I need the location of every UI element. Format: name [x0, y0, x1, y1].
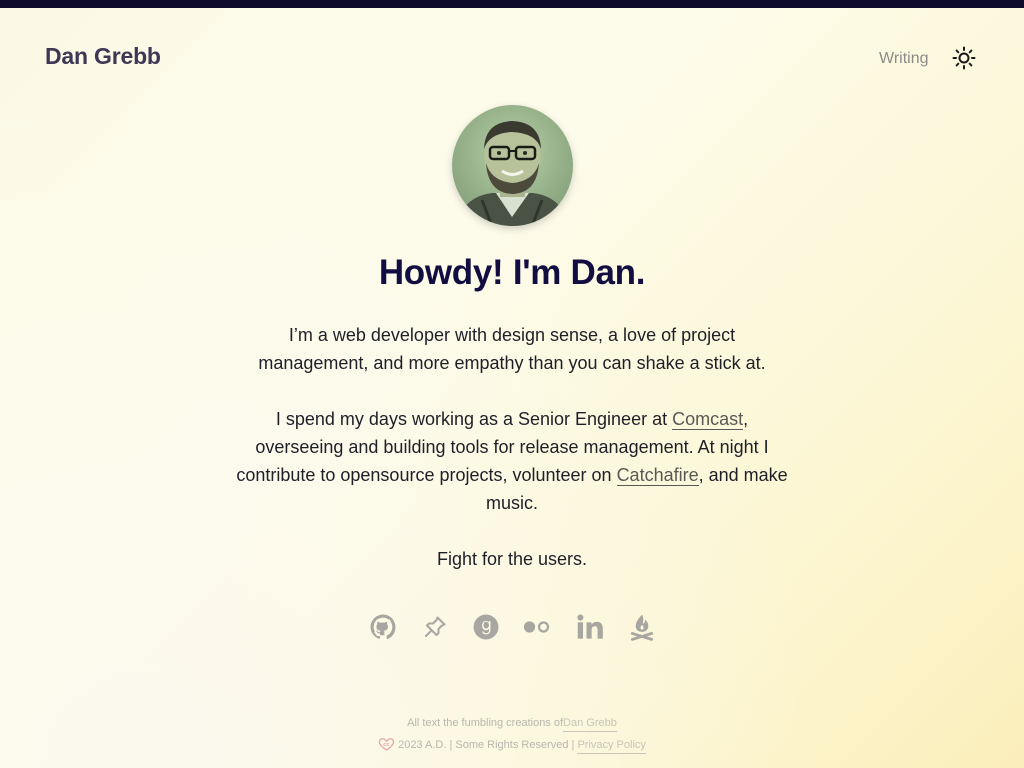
site-title[interactable]: Dan Grebb [45, 43, 161, 70]
bio-work-text-start: I spend my days working as a Senior Engi… [275, 409, 673, 429]
top-accent-bar [0, 0, 1024, 8]
linkedin-icon[interactable] [576, 613, 604, 641]
footer-credit: All text the fumbling creations ofDan Gr… [0, 717, 1024, 732]
campfire-icon[interactable] [628, 613, 656, 641]
pinboard-icon[interactable] [421, 613, 449, 641]
creative-commons-icon: cc [378, 737, 395, 754]
footer-author-link[interactable]: Dan Grebb [563, 717, 617, 732]
bio-paragraph-intro: I’m a web developer with design sense, a… [258, 325, 766, 373]
svg-text:cc: cc [383, 742, 389, 748]
goodreads-icon[interactable] [472, 613, 500, 641]
bio-paragraph-work: I spend my days working as a Senior Engi… [232, 405, 792, 517]
flickr-icon[interactable] [523, 613, 551, 641]
footer-rights: cc 2023 A.D. | Some Rights Reserved | Pri… [0, 737, 1024, 754]
footer-credit-text: All text the fumbling creations of [407, 717, 564, 729]
nav-writing-link[interactable]: Writing [879, 50, 929, 68]
avatar [452, 105, 573, 226]
footer-rights-text: 2023 A.D. | Some Rights Reserved | [398, 739, 578, 751]
github-icon[interactable] [369, 613, 397, 641]
catchafire-link[interactable]: Catchafire [616, 465, 699, 486]
bio-paragraph-motto: Fight for the users. [436, 549, 588, 569]
privacy-policy-link[interactable]: Privacy Policy [577, 739, 646, 754]
comcast-link[interactable]: Comcast [672, 409, 744, 430]
sun-icon[interactable] [952, 46, 976, 70]
page-title: Howdy! I'm Dan. [378, 253, 646, 292]
